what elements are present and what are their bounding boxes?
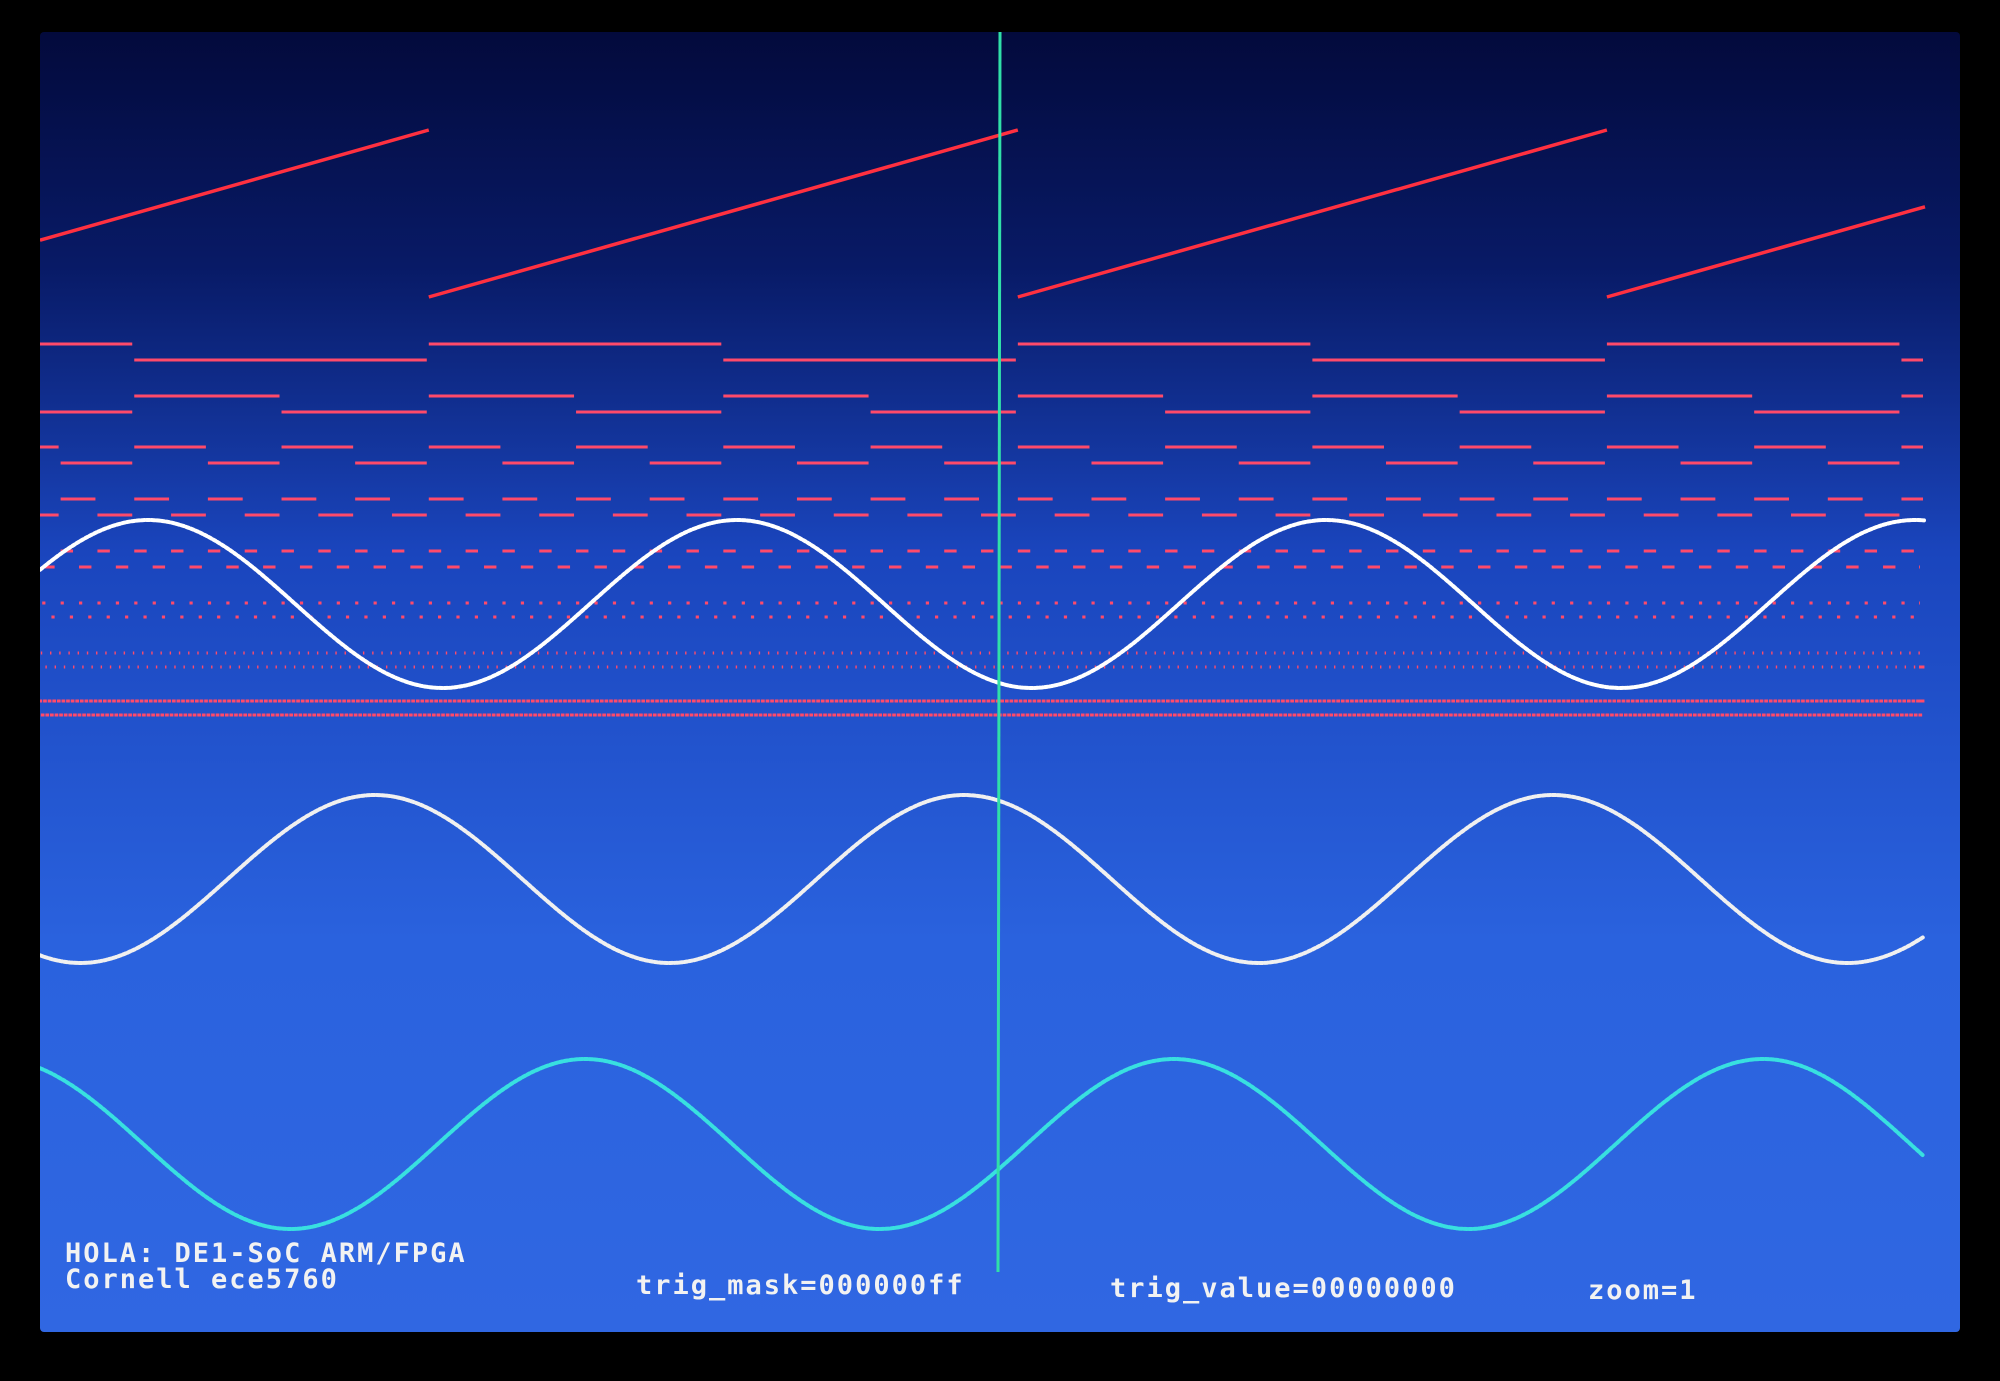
sine-trace-3 (40, 1057, 1926, 1231)
waveform-display (40, 32, 1926, 1273)
sawtooth-trace (1017, 128, 1608, 299)
oscilloscope-screen: HOLA: DE1-SoC ARM/FPGA Cornell ece5760 t… (40, 32, 1960, 1332)
trig-value-readout: trig_value=00000000 (1110, 1273, 1457, 1304)
app-subtitle: Cornell ece5760 (65, 1264, 339, 1295)
sine-trace-2 (40, 793, 1926, 965)
trig-mask-readout: trig_mask=000000ff (636, 1270, 965, 1301)
trigger-cursor (996, 32, 1002, 1273)
sawtooth-trace (40, 128, 430, 242)
zoom-readout: zoom=1 (1588, 1275, 1698, 1306)
sawtooth-trace (428, 128, 1019, 299)
sawtooth-trace (1606, 205, 1926, 299)
